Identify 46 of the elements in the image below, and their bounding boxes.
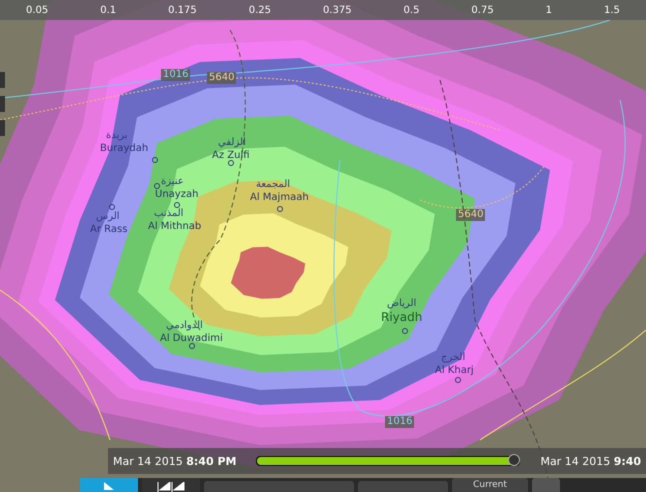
end-time-label: Mar 14 2015 9:40 (540, 454, 642, 468)
scale-label: 0.25 (248, 4, 271, 16)
city-label: Az Zulfi (212, 150, 250, 162)
city-label-arabic: عنيزة (161, 176, 184, 188)
scale-label: 1 (546, 4, 552, 16)
scale-label: 0.1 (100, 4, 116, 16)
scale-label: 1.5 (604, 4, 620, 16)
city-marker-icon (152, 157, 158, 163)
skip-back-icon (156, 482, 186, 492)
city-marker-icon (455, 377, 461, 383)
city-label: Al Majmaah (250, 192, 309, 204)
city-label: Al Mithnab (148, 221, 202, 233)
scale-label: 0.75 (471, 4, 494, 16)
city-label-arabic: المجمعة (256, 179, 290, 191)
time-slider[interactable] (256, 456, 520, 466)
side-tab[interactable] (0, 120, 5, 136)
city-label-arabic: الزلفي (218, 137, 246, 149)
city-marker-icon (228, 160, 234, 166)
city-marker-icon (154, 183, 160, 189)
city-label: Al Duwadimi (160, 333, 223, 345)
city-label-arabic: الرس (96, 211, 120, 223)
scale-label: 0.5 (404, 4, 420, 16)
side-tab[interactable] (0, 96, 5, 112)
city-marker-icon (189, 343, 195, 349)
contour-label: 5640 (207, 72, 236, 84)
play-icon (102, 482, 116, 492)
city-marker-icon (174, 202, 180, 208)
city-label: Ar Rass (90, 224, 128, 236)
scale-label: 0.175 (168, 4, 197, 16)
contour-label: 1016 (161, 69, 190, 81)
start-time-label: Mar 14 2015 8:40 PM (113, 454, 236, 468)
side-tab[interactable] (0, 72, 5, 88)
scale-label: 0.05 (26, 4, 48, 16)
city-label: Unayzah (155, 189, 198, 201)
scale-label: 0.375 (322, 4, 352, 16)
city-marker-icon (109, 204, 115, 210)
slider-thumb[interactable] (508, 454, 520, 466)
city-marker-icon (402, 328, 408, 334)
city-marker-icon (277, 206, 283, 212)
current-button[interactable]: Current (452, 478, 528, 492)
skip-back-button[interactable] (142, 478, 200, 492)
contour-label: 1016 (385, 416, 414, 428)
contour-label: 5640 (456, 209, 486, 221)
city-label-arabic: المذنب (154, 208, 184, 220)
city-label-arabic: الرياض (387, 298, 416, 310)
city-label-arabic: الدوادمي (166, 320, 203, 332)
